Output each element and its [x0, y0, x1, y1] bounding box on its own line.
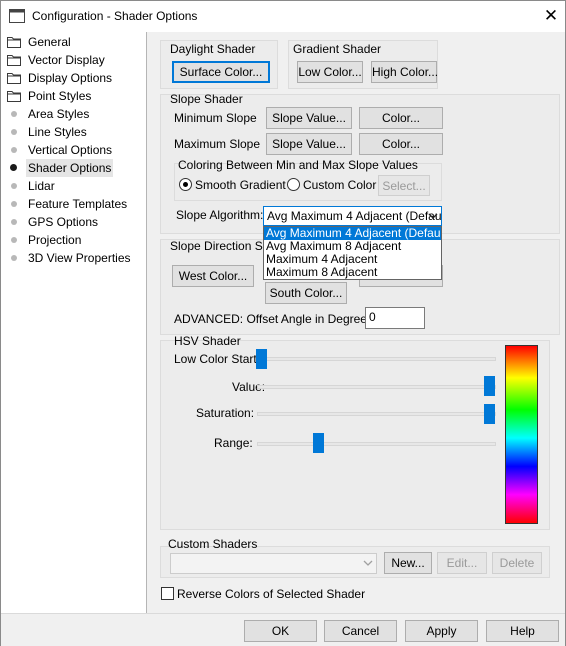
close-icon[interactable]: ✕	[537, 4, 565, 30]
offset-angle-input[interactable]: 0	[365, 307, 425, 329]
low-color-start-slider[interactable]	[256, 349, 267, 369]
sidebar-item-label: Point Styles	[28, 89, 92, 103]
range-slider[interactable]	[313, 433, 324, 453]
value-slider[interactable]	[484, 376, 495, 396]
settings-tree: General Vector Display Display Options Poin…	[1, 32, 147, 613]
slope-algorithm-option[interactable]: Maximum 4 Adjacent	[264, 253, 441, 266]
dialog-button-bar: OK Cancel Apply Help	[1, 613, 565, 646]
sidebar-item-label: Vector Display	[28, 53, 105, 67]
folder-icon	[7, 91, 21, 102]
south-color-button[interactable]: South Color...	[265, 282, 347, 304]
gradient-shader-label: Gradient Shader	[293, 42, 382, 56]
max-slope-value-button[interactable]: Slope Value...	[266, 133, 352, 155]
bullet-icon	[11, 147, 17, 153]
custom-shaders-select[interactable]	[170, 553, 377, 574]
chevron-down-icon	[428, 213, 438, 219]
low-color-start-label: Low Color Start:	[174, 352, 261, 366]
delete-shader-button[interactable]: Delete	[492, 552, 542, 574]
select-color-button[interactable]: Select...	[378, 175, 430, 196]
slope-algorithm-option[interactable]: Maximum 8 Adjacent	[264, 266, 441, 279]
smooth-gradient-radio[interactable]	[179, 178, 192, 191]
slope-algorithm-option[interactable]: Avg Maximum 8 Adjacent	[264, 240, 441, 253]
folder-icon	[7, 37, 21, 48]
minimum-slope-label: Minimum Slope	[174, 111, 257, 125]
bullet-icon	[11, 183, 17, 189]
custom-shaders-label: Custom Shaders	[168, 537, 258, 551]
saturation-label: Saturation:	[196, 406, 255, 420]
range-label: Range:	[214, 436, 253, 450]
slope-shader-label: Slope Shader	[170, 92, 243, 106]
coloring-between-label: Coloring Between Min and Max Slope Value…	[178, 158, 418, 172]
smooth-gradient-label: Smooth Gradient	[195, 178, 286, 192]
offset-angle-label: ADVANCED: Offset Angle in Degrees	[174, 312, 373, 326]
hsv-color-spectrum	[505, 345, 538, 524]
surface-color-button[interactable]: Surface Color...	[172, 61, 270, 83]
min-slope-color-button[interactable]: Color...	[359, 107, 443, 129]
west-color-button[interactable]: West Color...	[172, 265, 254, 287]
slope-algorithm-label: Slope Algorithm:	[176, 208, 264, 222]
sidebar-item-label: Display Options	[28, 71, 113, 85]
slope-algorithm-select[interactable]: Avg Maximum 4 Adjacent (Default)	[263, 206, 442, 226]
custom-color-radio[interactable]	[287, 178, 300, 191]
max-slope-color-button[interactable]: Color...	[359, 133, 443, 155]
range-track	[257, 442, 496, 446]
low-color-button[interactable]: Low Color...	[297, 61, 363, 83]
reverse-colors-label: Reverse Colors of Selected Shader	[177, 587, 366, 601]
help-button[interactable]: Help	[486, 620, 559, 642]
saturation-slider[interactable]	[484, 404, 495, 424]
bullet-icon	[11, 201, 17, 207]
folder-icon	[7, 73, 21, 84]
min-slope-value-button[interactable]: Slope Value...	[266, 107, 352, 129]
bullet-icon	[11, 237, 17, 243]
folder-icon	[7, 55, 21, 66]
bullet-icon	[11, 255, 17, 261]
edit-shader-button[interactable]: Edit...	[437, 552, 487, 574]
sidebar-item-label: Shader Options	[26, 159, 114, 177]
slope-algorithm-dropdown: Avg Maximum 4 Adjacent (Default) Avg Maxi…	[263, 226, 442, 280]
sidebar-item-label: Lidar	[28, 179, 55, 193]
bullet-icon	[10, 164, 17, 171]
app-window-icon	[9, 9, 25, 23]
maximum-slope-label: Maximum Slope	[174, 137, 261, 151]
sidebar-item-label: General	[28, 35, 71, 49]
sidebar-item-label: Projection	[28, 233, 82, 247]
hsv-shader-group	[160, 340, 550, 530]
custom-color-label: Custom Color	[303, 178, 377, 192]
sidebar-item-label: Vertical Options	[28, 143, 113, 157]
bullet-icon	[11, 129, 17, 135]
hsv-shader-label: HSV Shader	[174, 334, 241, 348]
bullet-icon	[11, 219, 17, 225]
sidebar-item-label: GPS Options	[28, 215, 99, 229]
bullet-icon	[11, 111, 17, 117]
window-title: Configuration - Shader Options	[32, 9, 198, 23]
new-shader-button[interactable]: New...	[384, 552, 432, 574]
slope-direction-label: Slope Direction Sha	[170, 239, 277, 253]
sidebar-item-label: Feature Templates	[28, 197, 128, 211]
low-color-start-track	[257, 357, 496, 361]
chevron-down-icon	[363, 560, 373, 566]
slope-algorithm-option[interactable]: Avg Maximum 4 Adjacent (Default)	[264, 227, 441, 240]
value-track	[257, 385, 496, 389]
sidebar-item-label: 3D View Properties	[28, 251, 131, 265]
sidebar-item-label: Line Styles	[28, 125, 87, 139]
cancel-button[interactable]: Cancel	[324, 620, 397, 642]
daylight-shader-label: Daylight Shader	[170, 42, 256, 56]
reverse-colors-checkbox[interactable]	[161, 587, 174, 600]
sidebar-item-label: Area Styles	[28, 107, 90, 121]
saturation-track	[257, 412, 496, 416]
shader-options-content: Daylight Shader Surface Color... Gradien…	[152, 32, 564, 613]
high-color-button[interactable]: High Color...	[371, 61, 438, 83]
config-window: Configuration - Shader Options ✕ General…	[0, 0, 566, 646]
apply-button[interactable]: Apply	[405, 620, 478, 642]
ok-button[interactable]: OK	[244, 620, 317, 642]
title-bar: Configuration - Shader Options ✕	[1, 1, 565, 32]
value-label: Value:	[232, 380, 265, 394]
